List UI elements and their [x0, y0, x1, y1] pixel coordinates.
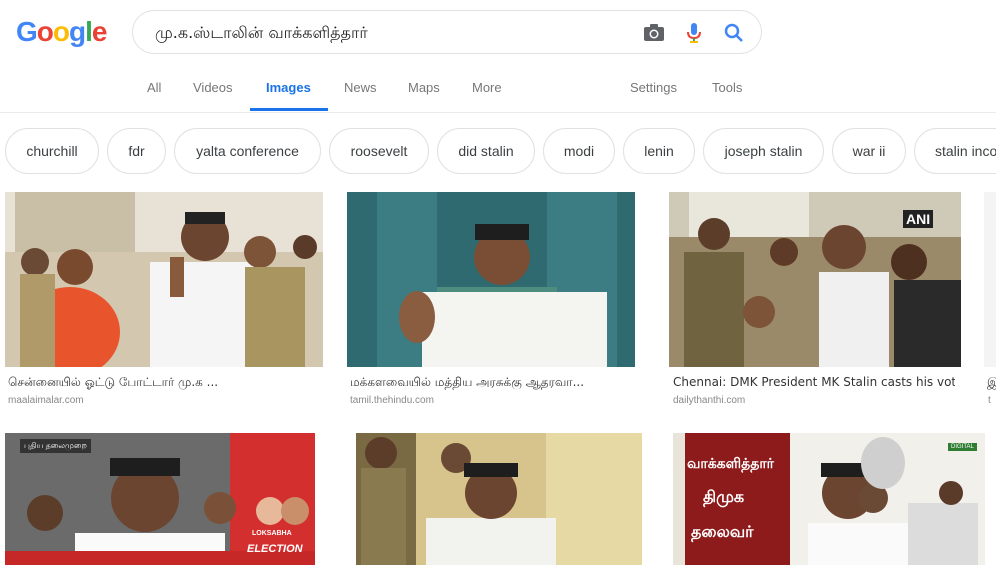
result-image-4[interactable]: [984, 192, 996, 367]
tab-videos[interactable]: Videos: [193, 80, 233, 95]
chip-war-ii[interactable]: war ii: [832, 128, 906, 174]
result-caption-3[interactable]: Chennai: DMK President MK Stalin casts h…: [673, 375, 955, 389]
headline-line-2: திமுக: [703, 489, 745, 506]
search-input[interactable]: மு.க.ஸ்டாலின் வாக்களித்தார்: [155, 23, 368, 44]
result-image-2[interactable]: [347, 192, 635, 367]
channel-badge: புதிய தலைமுறை: [20, 439, 91, 453]
result-source-3: dailythanthi.com: [673, 395, 746, 406]
tab-maps[interactable]: Maps: [408, 80, 440, 95]
result-image-5[interactable]: புதிய தலைமுறை LOKSABHA ELECTION: [5, 433, 315, 565]
result-caption-1[interactable]: சென்னையில் ஓட்டு போட்டார் மு.க ...: [8, 375, 318, 391]
headline-line-1: வாக்களித்தார்: [687, 455, 774, 471]
tab-news[interactable]: News: [344, 80, 377, 95]
tab-all[interactable]: All: [147, 80, 161, 95]
result-caption-4[interactable]: இ: [987, 375, 996, 391]
loksabha-label: LOKSABHA: [252, 530, 292, 537]
election-label: ELECTION: [247, 543, 303, 555]
result-source-1: maalaimalar.com: [8, 395, 84, 406]
tab-more[interactable]: More: [472, 80, 502, 95]
result-source-4: t: [988, 395, 991, 406]
chip-churchill[interactable]: churchill: [5, 128, 99, 174]
related-searches: churchill fdr yalta conference roosevelt…: [0, 128, 996, 176]
microphone-icon[interactable]: [683, 22, 705, 44]
chip-roosevelt[interactable]: roosevelt: [329, 128, 429, 174]
result-image-7[interactable]: வாக்களித்தார் திமுக தலைவர் DIGITAL: [673, 433, 985, 565]
chip-lenin[interactable]: lenin: [623, 128, 695, 174]
chip-fdr[interactable]: fdr: [107, 128, 166, 174]
result-image-1[interactable]: [5, 192, 323, 367]
google-logo[interactable]: Google: [16, 14, 107, 50]
search-icon[interactable]: [723, 22, 745, 44]
digital-badge: DIGITAL: [948, 443, 977, 451]
tools-link[interactable]: Tools: [712, 80, 742, 95]
result-caption-2[interactable]: மக்களவையில் மத்திய அரசுக்கு ஆதரவா...: [350, 375, 640, 391]
settings-link[interactable]: Settings: [630, 80, 677, 95]
search-tabs: All Videos Images News Maps More Setting…: [0, 70, 996, 113]
camera-icon[interactable]: [643, 22, 665, 44]
ani-watermark: ANI: [903, 210, 934, 228]
chip-joseph-stalin[interactable]: joseph stalin: [703, 128, 824, 174]
chip-stalin-inco[interactable]: stalin inco: [914, 128, 996, 174]
chip-did-stalin[interactable]: did stalin: [437, 128, 535, 174]
result-image-3[interactable]: ANI: [669, 192, 961, 367]
result-image-6[interactable]: [356, 433, 642, 565]
chip-modi[interactable]: modi: [543, 128, 615, 174]
active-tab-indicator: [250, 108, 328, 111]
chip-yalta-conference[interactable]: yalta conference: [174, 128, 321, 174]
tab-images[interactable]: Images: [266, 80, 311, 95]
headline-line-3: தலைவர்: [691, 524, 754, 541]
search-box[interactable]: மு.க.ஸ்டாலின் வாக்களித்தார்: [132, 10, 762, 54]
result-source-2: tamil.thehindu.com: [350, 395, 434, 406]
